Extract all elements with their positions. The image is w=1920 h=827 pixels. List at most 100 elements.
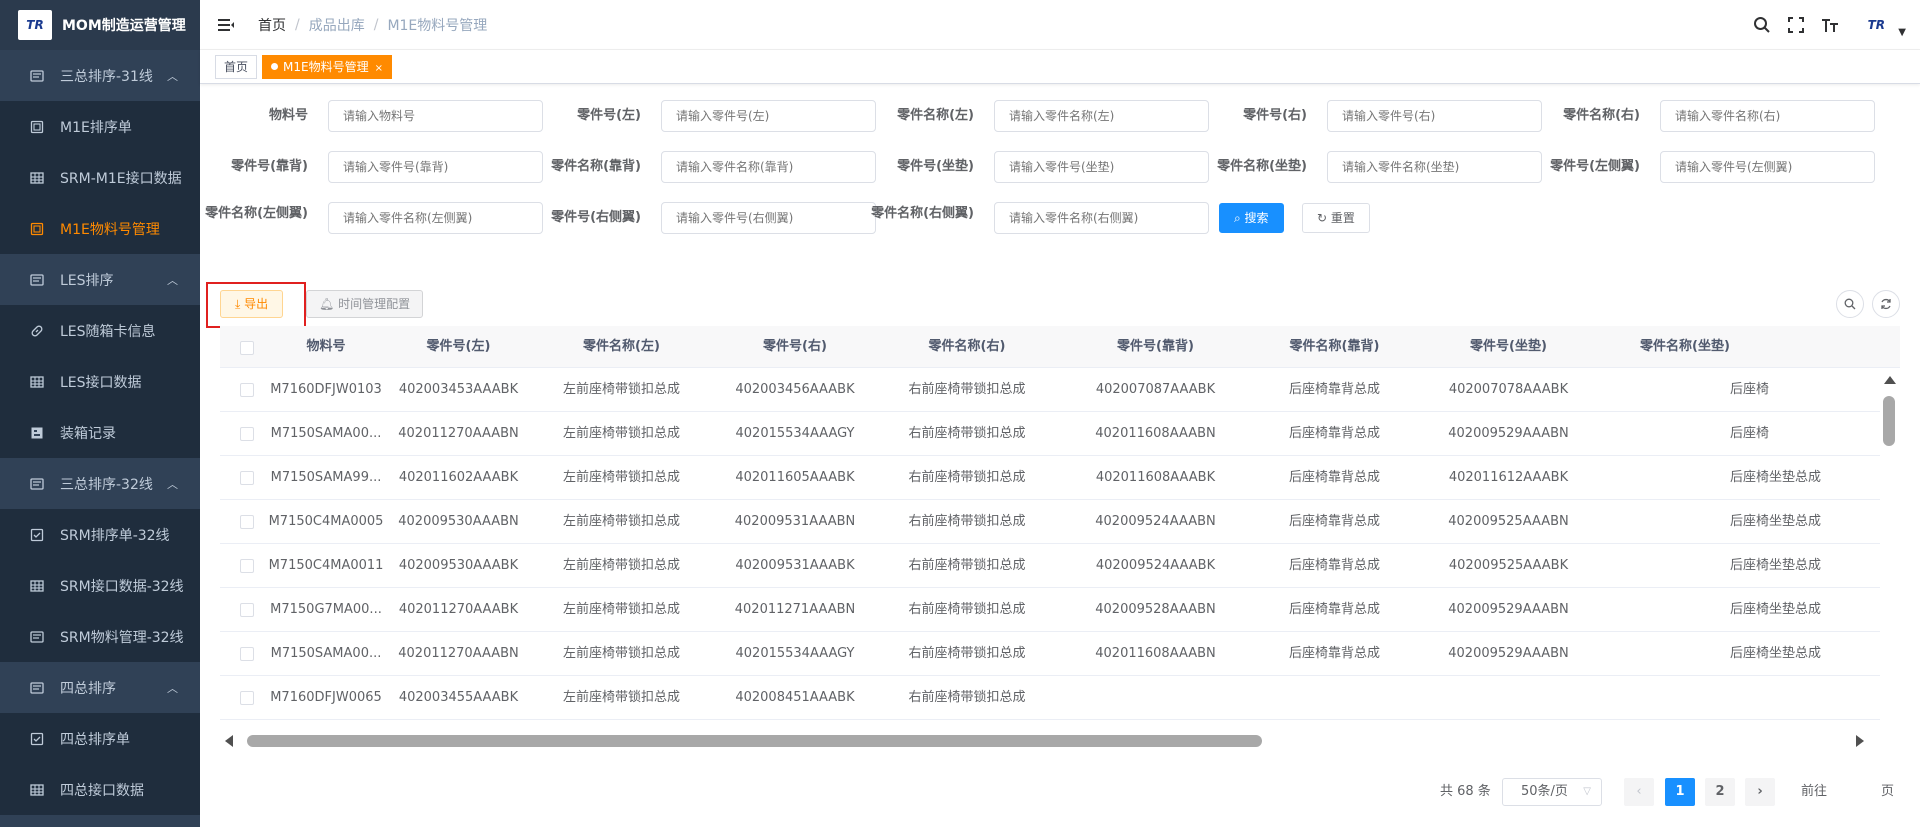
caret-down-icon[interactable]: ▼	[1898, 27, 1906, 38]
horizontal-scrollbar[interactable]	[220, 732, 1900, 750]
font-size-icon[interactable]	[1820, 15, 1840, 35]
sidebar-item-5[interactable]: LES随箱卡信息	[0, 305, 200, 356]
row-checkbox[interactable]	[240, 515, 254, 529]
export-button-label: 导出	[244, 297, 269, 311]
row-checkbox[interactable]	[240, 691, 254, 705]
field-input-7[interactable]	[994, 151, 1209, 183]
vertical-scrollbar[interactable]	[1880, 368, 1900, 750]
sidebar-item-10[interactable]: SRM接口数据-32线	[0, 560, 200, 611]
table-cell: 402009528AAABN	[1095, 602, 1216, 617]
close-icon[interactable]: ×	[375, 63, 383, 74]
breadcrumb-home[interactable]: 首页	[258, 15, 286, 35]
field-input-4[interactable]	[1660, 100, 1875, 132]
reset-button[interactable]: ↻ 重置	[1302, 203, 1370, 233]
field-input-3[interactable]	[1327, 100, 1542, 132]
chevron-up-icon: ︿	[167, 70, 178, 83]
prev-page-button[interactable]: ‹	[1624, 778, 1654, 806]
sidebar-item-11[interactable]: SRM物料管理-32线	[0, 611, 200, 662]
column-header-3[interactable]: 零件号(右)	[710, 326, 880, 368]
table-cell: M7150C4MA0011	[268, 558, 384, 573]
sidebar-item-13[interactable]: 四总排序单	[0, 713, 200, 764]
table-row[interactable]: M7150SAMA00... 402011270AAABN 左前座椅带锁扣总成 402…	[220, 412, 1880, 456]
column-header-7[interactable]: 零件号(坐垫)	[1412, 326, 1605, 368]
page-size-select[interactable]: 50条/页 ▽	[1502, 778, 1602, 806]
breadcrumb-outbound[interactable]: 成品出库	[309, 15, 365, 35]
table-row[interactable]: M7150C4MA0011 402009530AAABK 左前座椅带锁扣总成 4020…	[220, 544, 1880, 588]
scroll-right-icon[interactable]	[1856, 735, 1864, 747]
table-row[interactable]: M7150G7MA00... 402011270AAABK 左前座椅带锁扣总成 402…	[220, 588, 1880, 632]
field-input-11[interactable]	[661, 202, 876, 234]
bell-icon: 🔔︎	[319, 297, 335, 311]
field-input-6[interactable]	[661, 151, 876, 183]
sidebar-item-14[interactable]: 四总接口数据	[0, 764, 200, 815]
table-row[interactable]: M7160DFJW0065 402003455AAABK 左前座椅带锁扣总成 4020…	[220, 676, 1880, 720]
table-cell	[1730, 676, 1880, 720]
row-checkbox[interactable]	[240, 383, 254, 397]
field-input-5[interactable]	[328, 151, 543, 183]
sidebar-item-group-0[interactable]: 三总排序-31线 ︿	[0, 50, 200, 101]
column-header-2[interactable]: 零件名称(左)	[533, 326, 710, 368]
search-button[interactable]: ⌕ 搜索	[1219, 203, 1284, 233]
row-checkbox[interactable]	[240, 603, 254, 617]
user-avatar[interactable]: TR	[1860, 14, 1892, 36]
sidebar-item-group-8[interactable]: 三总排序-32线 ︿	[0, 458, 200, 509]
time-config-button[interactable]: 🔔︎ 时间管理配置	[306, 290, 424, 318]
vertical-scroll-thumb[interactable]	[1883, 396, 1895, 446]
column-header-1[interactable]: 零件号(左)	[384, 326, 533, 368]
table-cell: 右前座椅带锁扣总成	[908, 514, 1026, 529]
app-logo[interactable]: TR MOM制造运营管理	[0, 0, 200, 50]
sidebar-item-3[interactable]: M1E物料号管理	[0, 203, 200, 254]
tag-active[interactable]: M1E物料号管理 ×	[262, 54, 392, 79]
field-input-10[interactable]	[328, 202, 543, 234]
field-input-0[interactable]	[328, 100, 543, 132]
refresh-icon	[1881, 298, 1891, 310]
field-input-1[interactable]	[661, 100, 876, 132]
column-header-0[interactable]: 物料号	[268, 326, 384, 368]
toggle-search-button[interactable]	[1836, 290, 1864, 318]
sidebar-item-group-12[interactable]: 四总排序 ︿	[0, 662, 200, 713]
sidebar-item-9[interactable]: SRM排序单-32线	[0, 509, 200, 560]
fullscreen-icon[interactable]	[1786, 15, 1806, 35]
page-button-2[interactable]: 2	[1705, 778, 1735, 806]
table-cell: M7150SAMA00...	[270, 646, 382, 661]
column-header-6[interactable]: 零件名称(靠背)	[1257, 326, 1412, 368]
row-checkbox[interactable]	[240, 471, 254, 485]
table-row[interactable]: M7150SAMA00... 402011270AAABN 左前座椅带锁扣总成 402…	[220, 632, 1880, 676]
table-cell: 后座椅靠背总成	[1288, 382, 1380, 397]
sidebar-item-6[interactable]: LES接口数据	[0, 356, 200, 407]
field-input-12[interactable]	[994, 202, 1209, 234]
scroll-left-icon[interactable]	[225, 735, 233, 747]
sidebar-item-7[interactable]: 装箱记录	[0, 407, 200, 458]
table-row[interactable]: M7160DFJW0103 402003453AAABK 左前座椅带锁扣总成 4020…	[220, 368, 1880, 412]
row-checkbox[interactable]	[240, 559, 254, 573]
hamburger-icon[interactable]	[218, 17, 234, 33]
export-button[interactable]: ⤓ 导出	[220, 290, 284, 318]
sidebar-item-2[interactable]: SRM-M1E接口数据	[0, 152, 200, 203]
select-all-checkbox[interactable]	[240, 341, 254, 355]
sidebar-item-group-4[interactable]: LES排序 ︿	[0, 254, 200, 305]
row-checkbox[interactable]	[240, 647, 254, 661]
horizontal-scroll-thumb[interactable]	[247, 735, 1262, 747]
scroll-up-icon[interactable]	[1884, 376, 1896, 384]
field-input-2[interactable]	[994, 100, 1209, 132]
table-row[interactable]: M7150SAMA99... 402011602AAABK 左前座椅带锁扣总成 402…	[220, 456, 1880, 500]
field-input-8[interactable]	[1327, 151, 1542, 183]
table-cell: 后座椅靠背总成	[1288, 558, 1380, 573]
table-cell: M7150SAMA99...	[270, 470, 382, 485]
table-cell: 402011270AAABK	[398, 602, 519, 617]
table-cell: 后座椅靠背总成	[1288, 470, 1380, 485]
column-header-4[interactable]: 零件名称(右)	[880, 326, 1054, 368]
refresh-button[interactable]	[1872, 290, 1900, 318]
search-icon[interactable]	[1752, 15, 1772, 35]
download-icon: ⤓	[235, 297, 241, 311]
page-button-1[interactable]: 1	[1665, 778, 1695, 806]
field-input-9[interactable]	[1660, 151, 1875, 183]
column-header-8[interactable]: 零件名称(坐垫)	[1605, 326, 1765, 368]
row-checkbox[interactable]	[240, 427, 254, 441]
column-header-5[interactable]: 零件号(靠背)	[1054, 326, 1257, 368]
sidebar-item-1[interactable]: M1E排序单	[0, 101, 200, 152]
sidebar: TR MOM制造运营管理 三总排序-31线 ︿ M1E排序单 SRM-M1E接口数据 M…	[0, 0, 200, 827]
tag-home[interactable]: 首页	[215, 54, 258, 79]
next-page-button[interactable]: ›	[1745, 778, 1775, 806]
table-row[interactable]: M7150C4MA0005 402009530AAABN 左前座椅带锁扣总成 4020…	[220, 500, 1880, 544]
